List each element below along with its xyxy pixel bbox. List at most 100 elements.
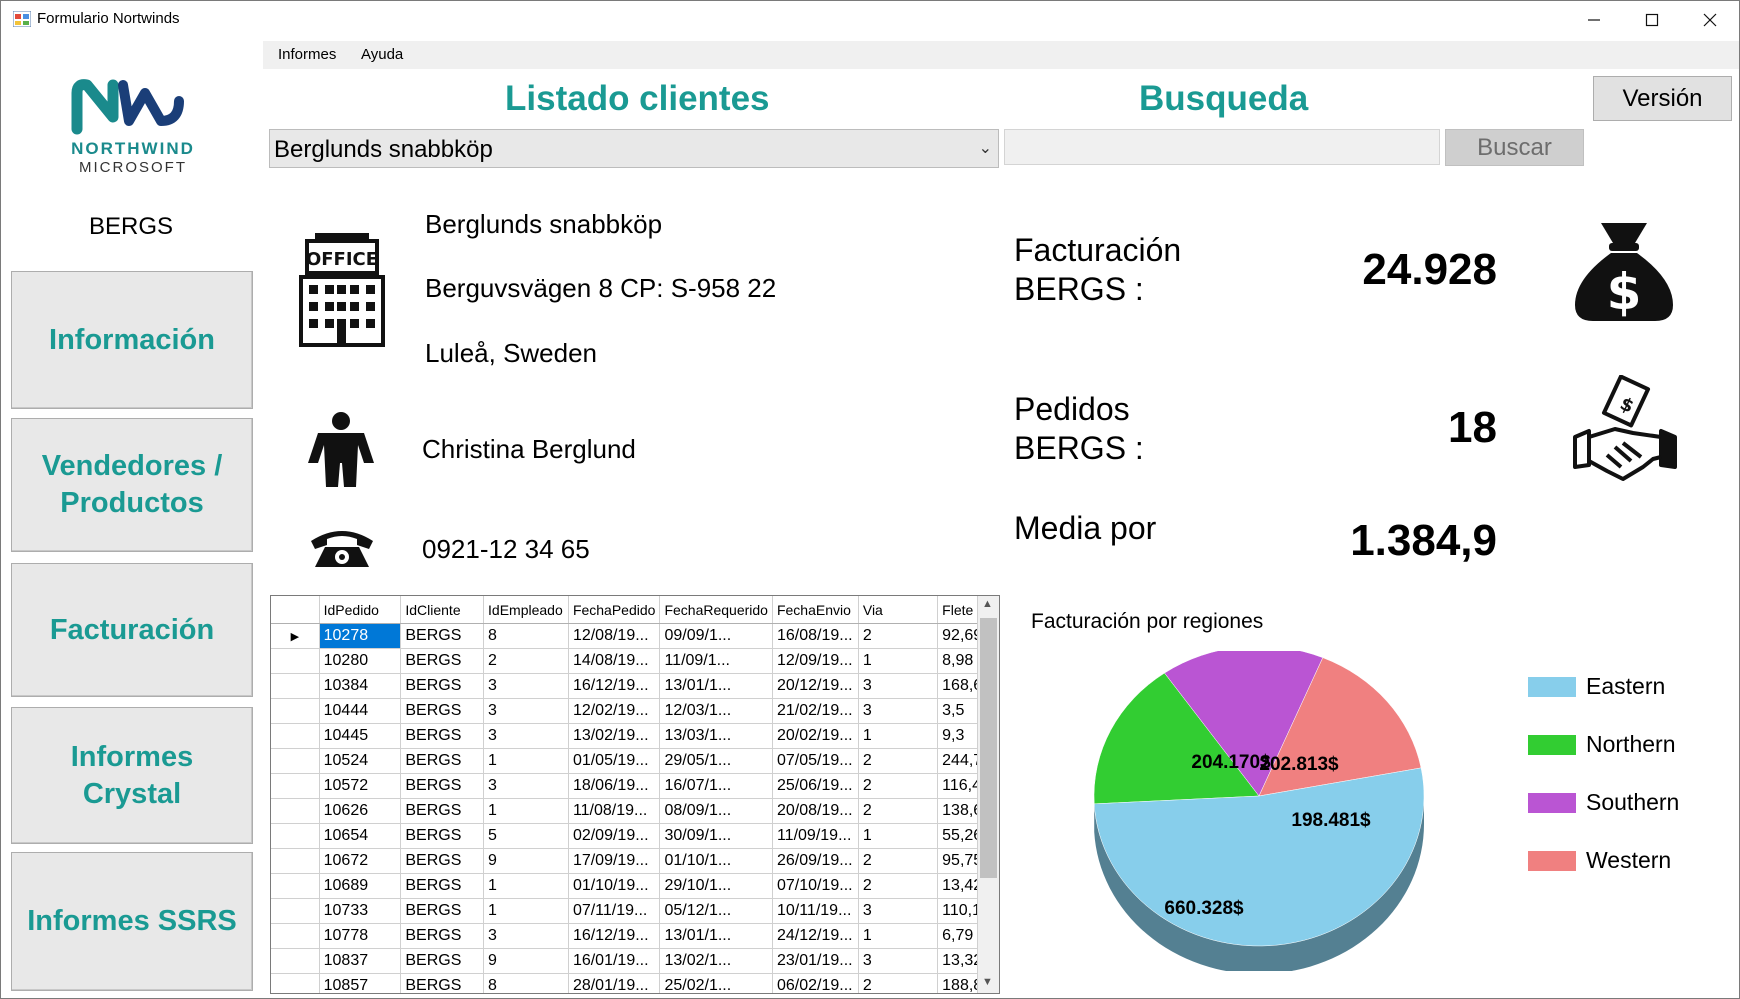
row-header[interactable] [271, 823, 320, 849]
table-cell-fechaenvio[interactable]: 21/02/19... [772, 698, 859, 724]
table-cell-idempleado[interactable]: 8 [483, 623, 569, 649]
table-cell-fechapedido[interactable]: 12/02/19... [568, 698, 661, 724]
row-header[interactable] [271, 973, 320, 993]
table-cell-fechapedido[interactable]: 14/08/19... [568, 648, 661, 674]
table-cell-fecharequerido[interactable]: 13/02/1... [659, 948, 773, 974]
table-cell-idempleado[interactable]: 5 [483, 823, 569, 849]
table-cell-via[interactable]: 3 [858, 898, 939, 924]
table-cell-fechapedido[interactable]: 07/11/19... [568, 898, 661, 924]
table-cell-idcliente[interactable]: BERGS [400, 873, 485, 899]
row-header[interactable] [271, 948, 320, 974]
table-cell-fecharequerido[interactable]: 13/01/1... [659, 673, 773, 699]
table-cell-fechapedido[interactable]: 02/09/19... [568, 823, 661, 849]
table-cell-fechapedido[interactable]: 12/08/19... [568, 623, 661, 649]
column-header-idempleado[interactable]: IdEmpleado [483, 596, 569, 624]
table-row[interactable]: 10626 BERGS 1 11/08/19... 08/09/1... 20/08/19… [271, 798, 999, 824]
table-row[interactable]: 10445 BERGS 3 13/02/19... 13/03/1... 20/02/19… [271, 723, 999, 749]
table-cell-fecharequerido[interactable]: 08/09/1... [659, 798, 773, 824]
table-cell-fecharequerido[interactable]: 12/03/1... [659, 698, 773, 724]
minimize-button[interactable] [1565, 1, 1623, 39]
table-cell-idpedido[interactable]: 10733 [319, 898, 402, 924]
table-cell-via[interactable]: 2 [858, 848, 939, 874]
table-cell-fechaenvio[interactable]: 12/09/19... [772, 648, 859, 674]
grid-scrollbar[interactable]: ▲ ▼ [977, 596, 999, 993]
table-cell-idempleado[interactable]: 3 [483, 923, 569, 949]
table-cell-idempleado[interactable]: 1 [483, 898, 569, 924]
table-cell-fechaenvio[interactable]: 16/08/19... [772, 623, 859, 649]
maximize-button[interactable] [1623, 1, 1681, 39]
table-cell-idcliente[interactable]: BERGS [400, 923, 485, 949]
table-cell-fechapedido[interactable]: 28/01/19... [568, 973, 661, 993]
row-header[interactable] [271, 798, 320, 824]
grid-scroll-thumb[interactable] [980, 618, 997, 878]
table-cell-fecharequerido[interactable]: 25/02/1... [659, 973, 773, 993]
table-row[interactable]: 10672 BERGS 9 17/09/19... 01/10/1... 26/09/19… [271, 848, 999, 874]
table-cell-fecharequerido[interactable]: 29/05/1... [659, 748, 773, 774]
table-cell-idpedido[interactable]: 10626 [319, 798, 402, 824]
table-cell-idempleado[interactable]: 1 [483, 873, 569, 899]
vendedores-productos-button[interactable]: Vendedores / Productos [11, 418, 253, 552]
table-cell-idcliente[interactable]: BERGS [400, 723, 485, 749]
table-cell-via[interactable]: 1 [858, 648, 939, 674]
table-cell-fecharequerido[interactable]: 11/09/1... [659, 648, 773, 674]
table-row[interactable]: ▶ 10278 BERGS 8 12/08/19... 09/09/1... 16/08/1… [271, 623, 999, 649]
table-cell-idempleado[interactable]: 8 [483, 973, 569, 993]
scroll-down-icon[interactable]: ▼ [982, 976, 993, 988]
table-row[interactable]: 10572 BERGS 3 18/06/19... 16/07/1... 25/06/19… [271, 773, 999, 799]
row-header[interactable] [271, 748, 320, 774]
table-cell-fechapedido[interactable]: 01/10/19... [568, 873, 661, 899]
table-cell-idcliente[interactable]: BERGS [400, 673, 485, 699]
table-cell-idpedido[interactable]: 10672 [319, 848, 402, 874]
table-cell-fechapedido[interactable]: 11/08/19... [568, 798, 661, 824]
informes-crystal-button[interactable]: Informes Crystal [11, 707, 253, 844]
close-button[interactable] [1681, 1, 1739, 39]
table-row[interactable]: 10280 BERGS 2 14/08/19... 11/09/1... 12/09/19… [271, 648, 999, 674]
table-cell-idempleado[interactable]: 1 [483, 748, 569, 774]
table-cell-fechaenvio[interactable]: 20/08/19... [772, 798, 859, 824]
search-input[interactable] [1004, 129, 1440, 165]
table-cell-fechaenvio[interactable]: 25/06/19... [772, 773, 859, 799]
table-cell-idpedido[interactable]: 10689 [319, 873, 402, 899]
table-cell-fecharequerido[interactable]: 01/10/1... [659, 848, 773, 874]
table-cell-idempleado[interactable]: 9 [483, 948, 569, 974]
table-cell-idpedido[interactable]: 10857 [319, 973, 402, 993]
facturacion-button[interactable]: Facturación [11, 563, 253, 697]
table-cell-via[interactable]: 3 [858, 673, 939, 699]
table-row[interactable]: 10837 BERGS 9 16/01/19... 13/02/1... 23/01/19… [271, 948, 999, 974]
table-cell-idcliente[interactable]: BERGS [400, 948, 485, 974]
row-header[interactable] [271, 873, 320, 899]
table-cell-via[interactable]: 3 [858, 948, 939, 974]
menu-informes[interactable]: Informes [276, 46, 338, 63]
table-cell-idpedido[interactable]: 10524 [319, 748, 402, 774]
table-cell-idempleado[interactable]: 1 [483, 798, 569, 824]
column-header-via[interactable]: Via [858, 596, 939, 624]
table-row[interactable]: 10654 BERGS 5 02/09/19... 30/09/1... 11/09/19… [271, 823, 999, 849]
table-cell-fecharequerido[interactable]: 13/03/1... [659, 723, 773, 749]
table-cell-fechaenvio[interactable]: 07/10/19... [772, 873, 859, 899]
table-cell-idpedido[interactable]: 10778 [319, 923, 402, 949]
row-header[interactable] [271, 723, 320, 749]
table-cell-fechapedido[interactable]: 13/02/19... [568, 723, 661, 749]
table-row[interactable]: 10689 BERGS 1 01/10/19... 29/10/1... 07/10/19… [271, 873, 999, 899]
table-cell-fecharequerido[interactable]: 30/09/1... [659, 823, 773, 849]
table-cell-idcliente[interactable]: BERGS [400, 773, 485, 799]
table-cell-idcliente[interactable]: BERGS [400, 698, 485, 724]
table-cell-fechaenvio[interactable]: 11/09/19... [772, 823, 859, 849]
table-cell-fecharequerido[interactable]: 16/07/1... [659, 773, 773, 799]
table-cell-fechaenvio[interactable]: 06/02/19... [772, 973, 859, 993]
table-cell-via[interactable]: 2 [858, 798, 939, 824]
table-cell-idcliente[interactable]: BERGS [400, 898, 485, 924]
table-cell-fechapedido[interactable]: 01/05/19... [568, 748, 661, 774]
table-cell-idpedido[interactable]: 10654 [319, 823, 402, 849]
table-cell-fechapedido[interactable]: 18/06/19... [568, 773, 661, 799]
table-cell-fechaenvio[interactable]: 20/12/19... [772, 673, 859, 699]
table-row[interactable]: 10778 BERGS 3 16/12/19... 13/01/1... 24/12/19… [271, 923, 999, 949]
current-row-indicator-icon[interactable]: ▶ [271, 623, 320, 649]
row-header[interactable] [271, 898, 320, 924]
table-cell-fecharequerido[interactable]: 05/12/1... [659, 898, 773, 924]
table-cell-idempleado[interactable]: 3 [483, 773, 569, 799]
table-cell-idpedido[interactable]: 10278 [319, 623, 402, 649]
table-cell-idpedido[interactable]: 10837 [319, 948, 402, 974]
table-cell-idcliente[interactable]: BERGS [400, 848, 485, 874]
table-cell-idcliente[interactable]: BERGS [400, 973, 485, 993]
